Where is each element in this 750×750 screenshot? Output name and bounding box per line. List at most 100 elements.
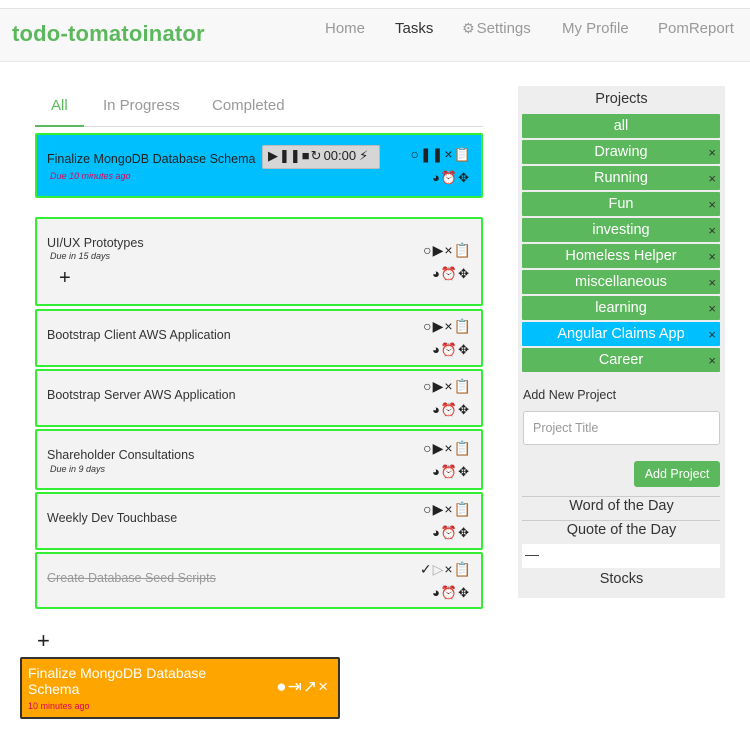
project-title-input[interactable] — [523, 411, 720, 445]
project-running[interactable]: Running × — [522, 166, 720, 190]
close-icon[interactable]: × — [318, 677, 328, 697]
remove-project-icon[interactable]: × — [708, 141, 716, 165]
complete-circle-icon[interactable]: ○ — [410, 146, 418, 162]
add-task-button[interactable]: + — [37, 628, 50, 654]
alarm-icon[interactable]: ⏰ — [441, 464, 457, 480]
add-project-button[interactable]: Add Project — [634, 461, 720, 487]
share-icon[interactable]: ↗ — [303, 677, 317, 697]
clock-icon[interactable]: ◕ — [432, 525, 440, 540]
delete-icon[interactable]: × — [444, 561, 452, 577]
remove-project-icon[interactable]: × — [708, 349, 716, 373]
remove-project-icon[interactable]: × — [708, 271, 716, 295]
reset-icon[interactable]: ↻ — [311, 148, 322, 164]
tab-in-progress[interactable]: In Progress — [103, 97, 180, 114]
play-icon[interactable]: ▶ — [433, 501, 444, 518]
move-icon[interactable]: ✥ — [458, 342, 469, 358]
clipboard-icon[interactable]: 📋 — [454, 242, 471, 259]
play-icon[interactable]: ▶ — [433, 242, 444, 259]
task-card[interactable]: Bootstrap Client AWS Application ○▶×📋 ◕⏰… — [35, 309, 483, 367]
play-icon[interactable]: ▶ — [433, 440, 444, 457]
project-all[interactable]: all — [522, 114, 720, 138]
remove-project-icon[interactable]: × — [708, 245, 716, 269]
stop-icon[interactable]: ■ — [302, 148, 310, 163]
complete-circle-icon[interactable]: ○ — [423, 318, 431, 334]
add-subtask-button[interactable]: + — [59, 267, 71, 290]
stocks-heading: Stocks — [599, 571, 644, 587]
brand-logo[interactable]: todo-tomatoinator — [12, 21, 205, 47]
clipboard-icon[interactable]: 📋 — [454, 440, 471, 457]
nav-pomreport[interactable]: PomReport — [658, 20, 734, 37]
play-icon[interactable]: ▶ — [268, 148, 278, 164]
fast-forward-icon[interactable]: ⚡ — [359, 148, 368, 164]
project-homeless-helper[interactable]: Homeless Helper × — [522, 244, 720, 268]
project-miscellaneous[interactable]: miscellaneous × — [522, 270, 720, 294]
remove-project-icon[interactable]: × — [708, 323, 716, 347]
alarm-icon[interactable]: ⏰ — [441, 266, 457, 282]
pause-icon[interactable]: ❚❚ — [420, 146, 443, 163]
clipboard-icon[interactable]: 📋 — [454, 378, 471, 395]
delete-icon[interactable]: × — [444, 318, 452, 334]
delete-icon[interactable]: × — [444, 378, 452, 394]
remove-project-icon[interactable]: × — [708, 219, 716, 243]
delete-icon[interactable]: × — [444, 146, 452, 162]
nav-tasks[interactable]: Tasks — [395, 20, 433, 37]
delete-icon[interactable]: × — [444, 440, 452, 456]
alarm-icon[interactable]: ⏰ — [441, 585, 457, 601]
play-icon[interactable]: ▶ — [433, 318, 444, 335]
alarm-icon[interactable]: ⏰ — [441, 342, 457, 358]
clipboard-icon[interactable]: 📋 — [454, 146, 471, 163]
task-title: Finalize MongoDB Database Schema — [47, 152, 256, 166]
play-outline-icon[interactable]: ▷ — [433, 561, 444, 578]
nav-home[interactable]: Home — [325, 20, 365, 37]
nav-settings[interactable]: ⚙ Settings — [462, 20, 531, 37]
project-investing[interactable]: investing × — [522, 218, 720, 242]
clipboard-icon[interactable]: 📋 — [454, 318, 471, 335]
delete-icon[interactable]: × — [444, 242, 452, 258]
task-card[interactable]: Shareholder Consultations Due in 9 days … — [35, 429, 483, 490]
task-card[interactable]: UI/UX Prototypes Due in 15 days + ○▶×📋 ◕… — [35, 217, 483, 306]
clock-icon[interactable]: ◕ — [432, 585, 440, 600]
remove-project-icon[interactable]: × — [708, 297, 716, 321]
remove-project-icon[interactable]: × — [708, 193, 716, 217]
remove-project-icon[interactable]: × — [708, 167, 716, 191]
sign-in-icon[interactable]: ⇥ — [288, 677, 302, 697]
play-icon[interactable]: ▶ — [433, 378, 444, 395]
move-icon[interactable]: ✥ — [458, 402, 469, 418]
clipboard-icon[interactable]: 📋 — [454, 561, 471, 578]
project-fun[interactable]: Fun × — [522, 192, 720, 216]
completed-check-icon[interactable]: ✓ — [420, 561, 432, 578]
clock-icon[interactable]: ◕ — [432, 402, 440, 417]
alarm-icon[interactable]: ⏰ — [441, 525, 457, 541]
task-card[interactable]: Weekly Dev Touchbase ○▶×📋 ◕⏰✥ — [35, 492, 483, 550]
project-career[interactable]: Career × — [522, 348, 720, 372]
move-icon[interactable]: ✥ — [458, 170, 469, 186]
project-learning[interactable]: learning × — [522, 296, 720, 320]
move-icon[interactable]: ✥ — [458, 525, 469, 541]
move-icon[interactable]: ✥ — [458, 585, 469, 601]
task-card[interactable]: Create Database Seed Scripts ✓▷×📋 ◕⏰✥ — [35, 552, 483, 609]
clock-icon[interactable]: ◕ — [432, 170, 440, 185]
alarm-icon[interactable]: ⏰ — [441, 402, 457, 418]
clock-icon[interactable]: ◕ — [432, 342, 440, 357]
alarm-icon[interactable]: ⏰ — [441, 170, 457, 186]
delete-icon[interactable]: × — [444, 501, 452, 517]
project-drawing[interactable]: Drawing × — [522, 140, 720, 164]
task-card[interactable]: Bootstrap Server AWS Application ○▶×📋 ◕⏰… — [35, 369, 483, 427]
complete-circle-icon[interactable]: ○ — [423, 501, 431, 517]
tab-completed[interactable]: Completed — [212, 97, 285, 114]
complete-circle-icon[interactable]: ○ — [423, 378, 431, 394]
nav-my-profile[interactable]: My Profile — [562, 20, 629, 37]
tab-all[interactable]: All — [51, 97, 68, 114]
complete-circle-icon[interactable]: ○ — [423, 242, 431, 258]
clock-icon[interactable]: ◕ — [432, 464, 440, 479]
dot-icon[interactable]: ● — [276, 677, 286, 697]
task-notification[interactable]: Finalize MongoDB Database Schema 10 minu… — [20, 657, 340, 719]
complete-circle-icon[interactable]: ○ — [423, 440, 431, 456]
project-angular-claims-app[interactable]: Angular Claims App × — [522, 322, 720, 346]
clipboard-icon[interactable]: 📋 — [454, 501, 471, 518]
clock-icon[interactable]: ◕ — [432, 266, 440, 281]
move-icon[interactable]: ✥ — [458, 266, 469, 282]
task-card[interactable]: Finalize MongoDB Database Schema Due 10 … — [35, 133, 483, 198]
move-icon[interactable]: ✥ — [458, 464, 469, 480]
pause-icon[interactable]: ❚❚ — [279, 148, 301, 164]
